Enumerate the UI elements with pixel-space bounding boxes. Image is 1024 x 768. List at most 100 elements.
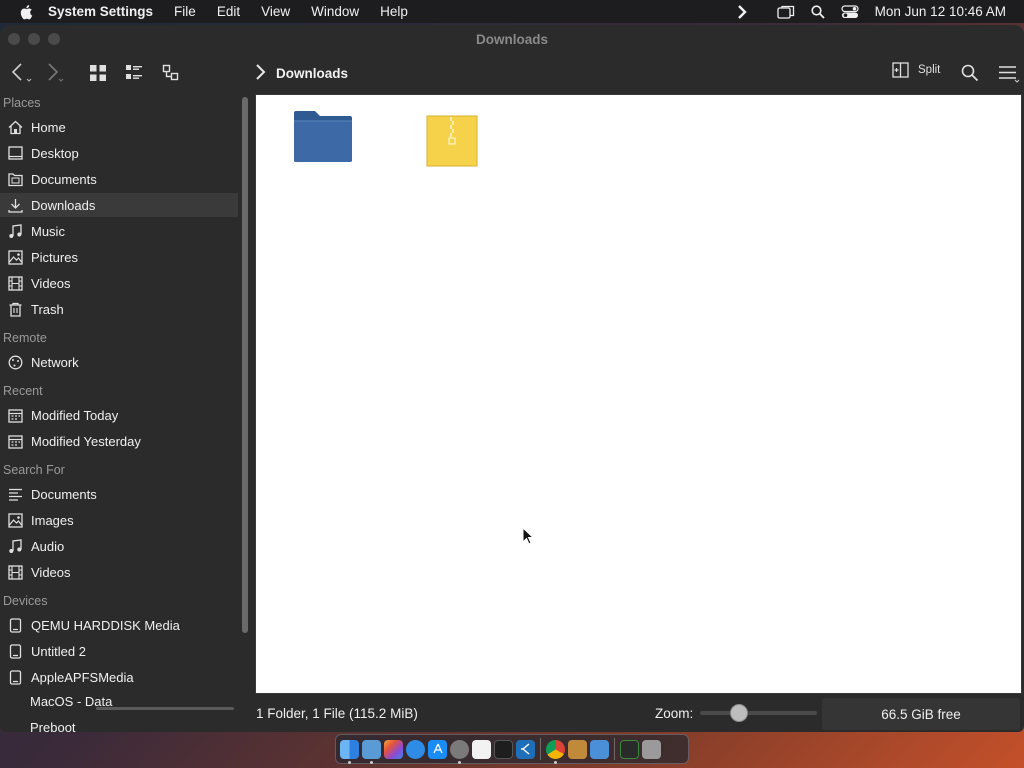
desktop-icon [7,145,23,161]
control-center-icon[interactable] [841,4,859,19]
zoom-slider[interactable] [700,704,817,722]
archive-file-item[interactable] [426,115,478,170]
icons-view-button[interactable] [89,64,107,82]
sidebar-item-network[interactable]: Network [0,350,238,374]
forward-button[interactable] [44,62,68,84]
drive-icon [7,643,23,659]
system-settings-icon[interactable] [450,739,469,764]
edit-menu[interactable]: Edit [217,4,240,19]
home-icon [7,119,23,135]
vscode-icon[interactable] [516,739,535,759]
sidebar-item-trash[interactable]: Trash [0,297,238,321]
sidebar-item-qemu-harddisk[interactable]: QEMU HARDDISK Media [0,613,238,637]
mouse-cursor-icon [522,527,534,545]
folder-item[interactable] [293,109,353,166]
sidebar-item-label: Videos [31,275,71,291]
hamburger-menu-icon[interactable] [998,64,1022,84]
safari-icon[interactable] [406,739,425,759]
activity-monitor-icon[interactable] [620,739,639,759]
calendar-icon [7,407,23,423]
sidebar-item-label: Images [31,512,74,528]
split-button[interactable]: Split [892,62,940,78]
launchpad-icon[interactable] [384,739,403,759]
search-for-heading: Search For [3,463,65,477]
sidebar-item-label: Music [31,223,65,239]
help-menu[interactable]: Help [380,4,408,19]
files-icon[interactable] [362,739,381,764]
minimize-window-button[interactable] [28,33,40,45]
sidebar-item-label: Desktop [31,145,79,161]
details-view-button[interactable] [162,64,180,82]
spotlight-search-icon[interactable] [811,4,825,19]
sidebar-item-documents[interactable]: Documents [0,167,238,191]
zoom-label: Zoom: [655,706,694,721]
search-icon[interactable] [961,64,979,82]
text-lines-icon [7,486,23,502]
breadcrumb-chevron-icon[interactable] [254,62,266,85]
trash-icon[interactable] [642,739,661,759]
sidebar-item-modified-yesterday[interactable]: Modified Yesterday [0,429,238,453]
dock-separator [540,738,541,760]
dock [335,734,689,764]
window-titlebar[interactable]: Downloads [0,25,1024,53]
chevron-right-status-icon[interactable] [737,4,747,19]
sidebar-item-label: Trash [31,301,64,317]
app-name-menu[interactable]: System Settings [48,4,153,19]
sidebar-item-untitled-2[interactable]: Untitled 2 [0,639,238,663]
tools-icon[interactable] [568,739,587,759]
close-window-button[interactable] [8,33,20,45]
back-button[interactable] [9,62,33,84]
terminal-icon[interactable] [494,739,513,759]
sidebar-item-search-images[interactable]: Images [0,508,238,532]
sidebar-item-videos[interactable]: Videos [0,271,238,295]
sidebar-item-downloads[interactable]: Downloads [0,193,238,217]
sidebar-item-desktop[interactable]: Desktop [0,141,238,165]
view-menu[interactable]: View [261,4,290,19]
free-space-indicator[interactable]: 66.5 GiB free [822,698,1020,730]
file-menu[interactable]: File [174,4,196,19]
file-view[interactable] [255,94,1022,694]
sidebar-item-label: Network [31,354,79,370]
sidebar-item-search-documents[interactable]: Documents [0,482,238,506]
sidebar-item-label: Pictures [31,249,78,265]
sidebar-item-label: Audio [31,538,65,554]
finder-icon[interactable] [340,739,359,764]
recent-heading: Recent [3,384,43,398]
window-menu[interactable]: Window [311,4,359,19]
maximize-window-button[interactable] [48,33,60,45]
sidebar-scrollbar[interactable] [240,97,249,657]
window-title: Downloads [475,31,548,47]
zip-archive-icon [426,115,478,167]
music-note-icon [7,538,23,554]
clock[interactable]: Mon Jun 12 10:46 AM [875,4,1006,19]
compact-view-button[interactable] [125,64,143,82]
image-icon [7,512,23,528]
documents-icon [7,171,23,187]
places-heading: Places [3,96,41,110]
sidebar-scrollbar-thumb[interactable] [242,97,248,633]
videos-icon [7,275,23,291]
windows-status-icon[interactable] [777,5,795,19]
sidebar-item-modified-today[interactable]: Modified Today [0,403,238,427]
zoom-slider-handle[interactable] [730,704,748,722]
apple-menu-icon[interactable] [18,4,34,20]
sidebar-item-home[interactable]: Home [0,115,238,139]
sidebar-item-appleapfsmedia[interactable]: AppleAPFSMedia [0,665,238,689]
textedit-icon[interactable] [472,739,491,759]
sidebar-item-search-audio[interactable]: Audio [0,534,238,558]
sidebar-item-label: Modified Today [31,407,119,423]
folder-icon[interactable] [590,739,609,759]
sidebar-item-label: Documents [31,486,97,502]
breadcrumb-downloads[interactable]: Downloads [276,66,348,81]
sidebar-item-music[interactable]: Music [0,219,238,243]
chrome-icon[interactable] [546,739,565,764]
split-label: Split [918,64,941,76]
sidebar-item-pictures[interactable]: Pictures [0,245,238,269]
sidebar-item-label: Documents [31,171,97,187]
film-icon [7,564,23,580]
sidebar-item-search-videos[interactable]: Videos [0,560,238,584]
sidebar-item-label: AppleAPFSMedia [31,669,134,685]
toolbar: Downloads Split [0,53,1024,93]
status-bar: 1 Folder, 1 File (115.2 MiB) Zoom: 66.5 … [0,695,1024,732]
app-store-icon[interactable] [428,739,447,759]
